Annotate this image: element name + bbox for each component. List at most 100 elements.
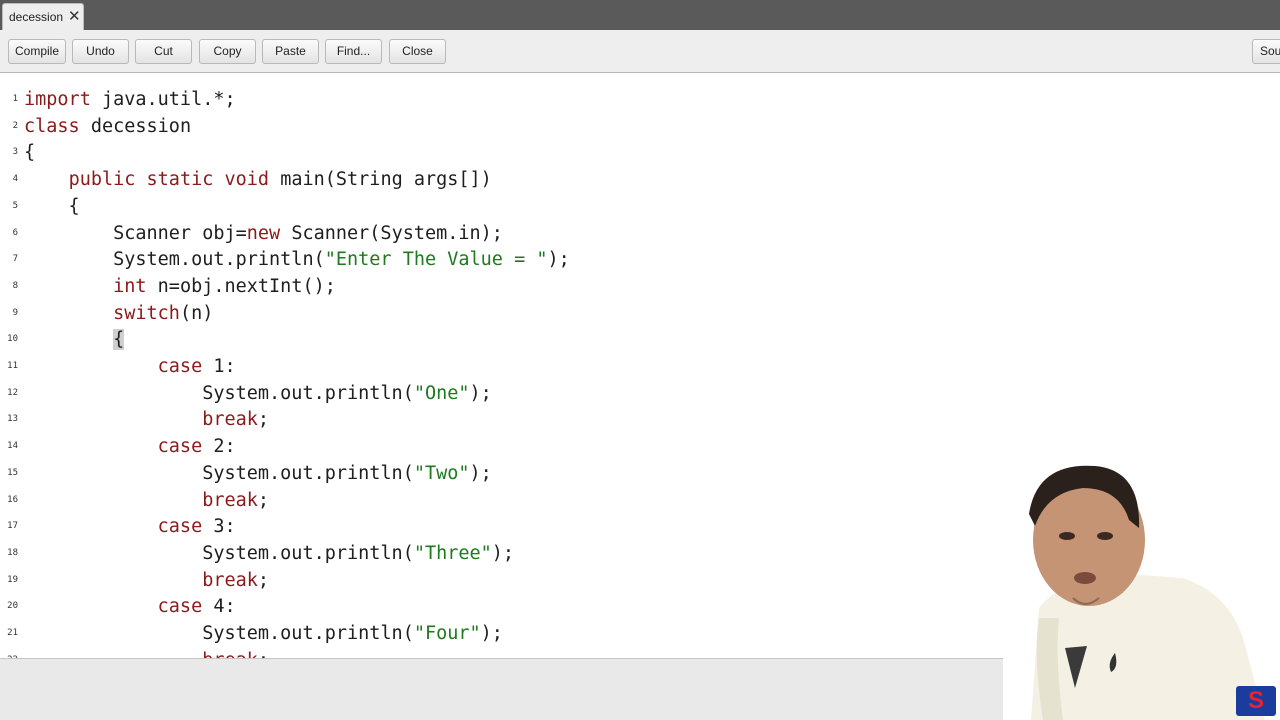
keyword-token: class xyxy=(24,115,80,137)
keyword-token: public xyxy=(68,169,136,191)
code-line[interactable]: { xyxy=(24,142,35,163)
code-line[interactable]: { xyxy=(24,196,80,217)
close-tab-icon[interactable]: ✕ xyxy=(68,7,81,25)
line-number: 18 xyxy=(7,547,18,558)
undo-button[interactable]: Undo xyxy=(72,39,129,64)
code-token: ); xyxy=(469,462,492,484)
code-line[interactable]: case 2: xyxy=(24,436,236,457)
tab-label[interactable]: decession xyxy=(9,10,63,24)
code-line[interactable]: System.out.println("One"); xyxy=(24,383,492,404)
code-token: ; xyxy=(257,489,270,511)
compile-button[interactable]: Compile xyxy=(8,39,66,64)
keyword-token: import xyxy=(24,89,91,110)
code-token: Scanner(System.in); xyxy=(280,222,503,244)
code-line[interactable]: public static void main(String args[]) xyxy=(24,169,492,190)
keyword-token: case xyxy=(157,596,203,618)
keyword-token: case xyxy=(157,516,203,538)
code-token: ); xyxy=(547,249,570,271)
code-token: ; xyxy=(258,650,269,658)
close-button[interactable]: Close xyxy=(389,39,446,64)
code-line[interactable]: import java.util.*; xyxy=(24,89,236,110)
keyword-token: break xyxy=(202,569,258,591)
code-line[interactable]: System.out.println("Three"); xyxy=(24,543,514,564)
code-token: ); xyxy=(491,542,515,564)
string-token: "Two" xyxy=(413,462,470,484)
source-button[interactable]: Sou xyxy=(1252,39,1280,64)
code-line[interactable]: Scanner obj=new Scanner(System.in); xyxy=(24,223,503,244)
tab-decession[interactable]: decession ✕ xyxy=(2,3,84,30)
code-token: System.out.println( xyxy=(24,542,414,564)
webcam-overlay xyxy=(1003,458,1280,720)
string-token: "Enter The Value = " xyxy=(324,249,548,271)
logo-letter: S xyxy=(1247,687,1264,714)
keyword-token: static xyxy=(146,169,214,191)
string-token: "One" xyxy=(413,382,470,404)
code-token: System.out.println( xyxy=(24,623,414,644)
keyword-token: switch xyxy=(113,302,180,324)
code-line[interactable]: break; xyxy=(24,490,269,511)
code-token: (n) xyxy=(179,302,214,324)
code-line[interactable]: case 4: xyxy=(24,596,236,617)
line-number: 15 xyxy=(7,467,18,478)
code-token: { xyxy=(24,195,80,217)
code-line[interactable]: break; xyxy=(24,650,269,658)
keyword-token: case xyxy=(157,356,203,377)
line-number: 21 xyxy=(7,628,18,638)
code-token: java.util.*; xyxy=(90,89,236,110)
code-line[interactable]: case 3: xyxy=(24,516,236,537)
string-token: "Four" xyxy=(413,623,481,644)
code-line[interactable]: break; xyxy=(24,409,269,430)
code-token: { xyxy=(24,142,36,164)
keyword-token: case xyxy=(157,436,203,458)
line-number: 14 xyxy=(7,441,18,452)
code-token: ); xyxy=(469,382,492,404)
code-line[interactable]: switch(n) xyxy=(24,303,213,324)
code-token: System.out.println( xyxy=(24,249,325,271)
code-token: 4: xyxy=(202,596,236,618)
line-number: 1 xyxy=(12,94,18,104)
keyword-token: break xyxy=(202,650,258,658)
message-panel xyxy=(0,658,1003,720)
code-line[interactable]: System.out.println("Two"); xyxy=(24,463,492,484)
paste-button[interactable]: Paste xyxy=(262,39,319,64)
code-line[interactable]: { xyxy=(24,329,125,351)
copy-button[interactable]: Copy xyxy=(199,39,256,64)
matched-brace: { xyxy=(113,329,125,351)
line-number: 20 xyxy=(7,601,18,612)
code-line[interactable]: System.out.println("Enter The Value = ")… xyxy=(24,249,570,270)
line-number: 5 xyxy=(12,200,18,211)
code-token: 3: xyxy=(202,516,236,538)
line-number: 3 xyxy=(12,147,18,158)
code-line[interactable]: System.out.println("Four"); xyxy=(24,623,503,644)
find-button[interactable]: Find... xyxy=(325,39,382,64)
keyword-token: break xyxy=(202,409,258,431)
cut-button[interactable]: Cut xyxy=(135,39,192,64)
toolbar: Compile Undo Cut Copy Paste Find... Clos… xyxy=(0,30,1280,73)
presenter-image xyxy=(1029,465,1265,720)
line-number: 17 xyxy=(7,521,18,532)
keyword-token: void xyxy=(224,169,270,191)
keyword-token: new xyxy=(246,222,281,244)
code-line[interactable]: case 1: xyxy=(24,356,236,377)
line-number: 19 xyxy=(7,574,18,585)
code-line[interactable]: class decession xyxy=(24,116,191,137)
code-token: 1: xyxy=(202,356,236,377)
line-number: 7 xyxy=(12,254,18,265)
code-token: 2: xyxy=(202,436,236,458)
line-number: 9 xyxy=(12,307,18,318)
line-number: 10 xyxy=(7,334,18,345)
code-line[interactable]: int n=obj.nextInt(); xyxy=(24,276,336,297)
code-line[interactable]: break; xyxy=(24,570,269,591)
